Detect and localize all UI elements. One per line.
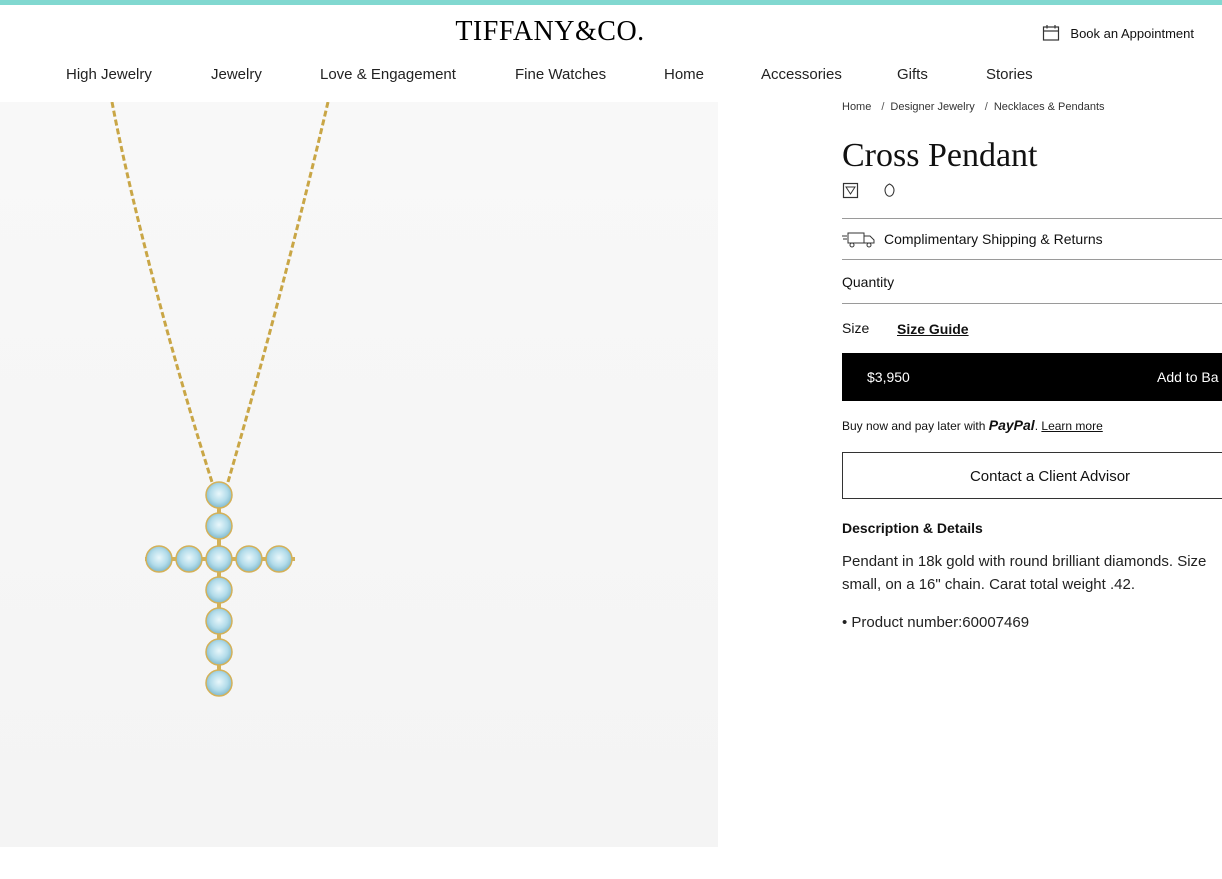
description-heading: Description & Details xyxy=(842,520,983,536)
nav-item-high-jewelry[interactable]: High Jewelry xyxy=(66,66,152,83)
divider xyxy=(842,303,1222,304)
breadcrumb: Home / Designer Jewelry / Necklaces & Pendan… xyxy=(842,101,1109,113)
nav-item-jewelry[interactable]: Jewelry xyxy=(211,66,262,83)
size-label: Size xyxy=(842,320,870,336)
nav-item-love-engagement[interactable]: Love & Engagement xyxy=(320,66,456,83)
product-details-panel: Home / Designer Jewelry / Necklaces & Pendan… xyxy=(842,0,1222,879)
product-image[interactable] xyxy=(0,102,718,847)
nav-item-fine-watches[interactable]: Fine Watches xyxy=(515,66,606,83)
shipping-label: Complimentary Shipping & Returns xyxy=(884,231,1103,247)
paypal-learn-more-link[interactable]: Learn more xyxy=(1041,419,1102,433)
breadcrumb-separator: / xyxy=(881,101,885,113)
paypal-message: Buy now and pay later with PayPal. Learn… xyxy=(842,417,1103,433)
truck-icon xyxy=(842,232,875,248)
size-guide-link[interactable]: Size Guide xyxy=(897,321,969,337)
price: $3,950 xyxy=(867,369,910,385)
breadcrumb-item-designer-jewelry[interactable]: Designer Jewelry xyxy=(890,101,974,113)
gift-box-icon[interactable] xyxy=(842,182,859,199)
add-to-bag-button[interactable]: $3,950 Add to Ba xyxy=(842,353,1222,401)
gemstone-icon[interactable] xyxy=(881,182,898,199)
quantity-label: Quantity xyxy=(842,274,895,290)
paypal-logo: PayPal xyxy=(988,417,1035,433)
shipping-row[interactable]: Complimentary Shipping & Returns xyxy=(842,218,1222,259)
breadcrumb-item-home[interactable]: Home xyxy=(842,101,871,113)
paypal-prefix: Buy now and pay later with xyxy=(842,419,986,433)
breadcrumb-item-necklaces-pendants[interactable]: Necklaces & Pendants xyxy=(994,101,1105,113)
product-feature-icons xyxy=(842,182,898,199)
contact-client-advisor-button[interactable]: Contact a Client Advisor xyxy=(842,452,1222,499)
add-to-bag-label: Add to Ba xyxy=(1157,369,1219,385)
cross-pendant-illustration xyxy=(110,102,330,697)
description-text: Pendant in 18k gold with round brilliant… xyxy=(842,553,1207,593)
product-number: • Product number:60007469 xyxy=(842,614,1030,631)
breadcrumb-separator: / xyxy=(984,101,988,113)
nav-item-accessories[interactable]: Accessories xyxy=(761,66,842,83)
product-title: Cross Pendant xyxy=(842,137,1038,174)
nav-item-home[interactable]: Home xyxy=(664,66,704,83)
quantity-row[interactable]: Quantity xyxy=(842,259,1222,304)
paypal-suffix: . xyxy=(1034,419,1039,433)
